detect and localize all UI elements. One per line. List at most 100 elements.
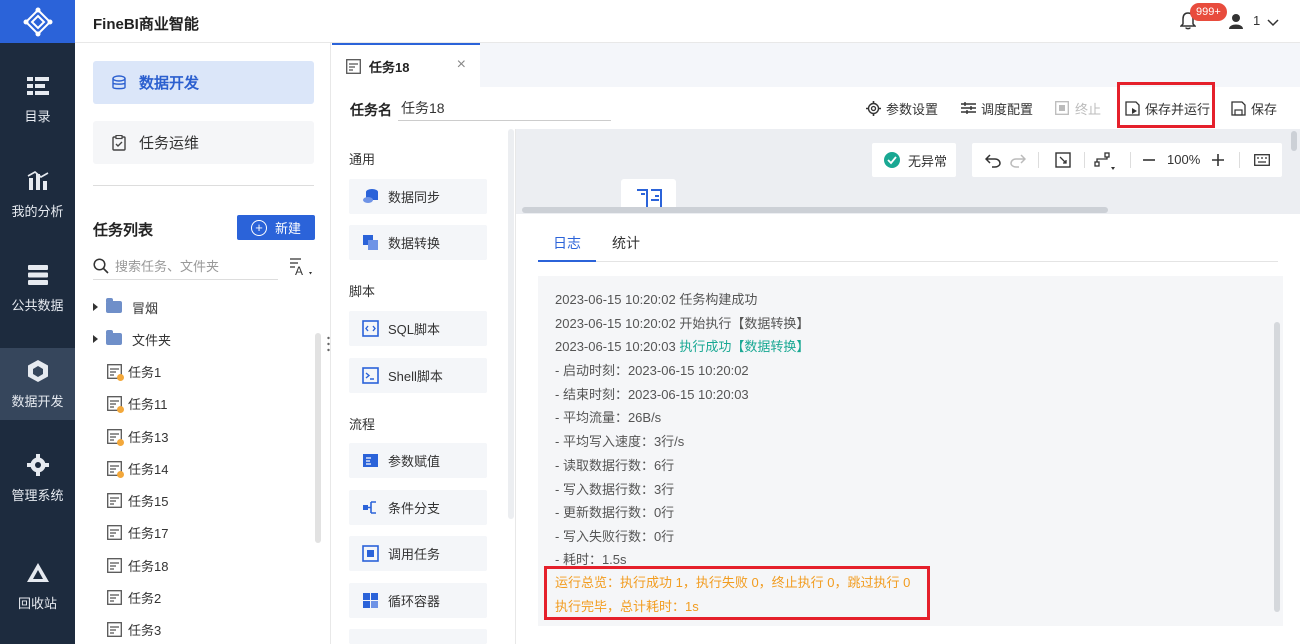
tree-label: 任务14 — [128, 461, 169, 477]
log-scrollbar[interactable] — [1274, 322, 1280, 612]
layout-icon[interactable] — [1094, 151, 1118, 171]
params-button[interactable]: 参数设置 — [865, 87, 938, 129]
app-logo[interactable] — [0, 0, 75, 43]
sort-icon[interactable]: A — [289, 256, 315, 278]
log-line: 2023-06-15 10:20:02 任务构建成功 — [555, 292, 758, 307]
task-file-icon — [107, 621, 122, 637]
section-title: 通用 — [349, 152, 376, 167]
tree-folder[interactable]: 文件夹 — [75, 323, 331, 355]
palette-item-data-sync[interactable]: 数据同步 — [349, 179, 487, 214]
search-placeholder: 搜索任务、文件夹 — [115, 259, 220, 274]
tree-task[interactable]: 任务11 — [75, 387, 331, 419]
canvas-vertical-scrollbar[interactable] — [1291, 131, 1297, 151]
loop-container-icon — [363, 593, 378, 608]
palette-item-more[interactable] — [349, 629, 487, 644]
data-dev-label: 数据开发 — [139, 75, 200, 92]
tab-task18[interactable]: 任务18 × — [332, 43, 480, 87]
task-ops-button[interactable]: 任务运维 — [93, 121, 314, 164]
task-file-icon — [107, 363, 124, 381]
sidebar-scrollbar[interactable] — [315, 333, 321, 543]
search-input[interactable]: 搜索任务、文件夹 — [93, 252, 278, 280]
status-dot — [117, 470, 124, 478]
palette-label: 循环容器 — [388, 594, 441, 609]
task-name-label: 任务名 — [350, 102, 392, 118]
log-line: - 平均流量：26B/s — [555, 410, 662, 425]
user-icon[interactable] — [1229, 13, 1243, 32]
nav-item-my-analysis[interactable]: 我的分析 — [0, 158, 75, 230]
keyboard-icon[interactable] — [1254, 153, 1270, 167]
palette-item-loop[interactable]: 循环容器 — [349, 583, 487, 618]
palette-label: Shell脚本 — [388, 369, 443, 384]
nav-item-admin[interactable]: 管理系统 — [0, 442, 75, 514]
chevron-down-icon[interactable] — [1267, 15, 1279, 30]
canvas-horizontal-scrollbar[interactable] — [522, 207, 1108, 213]
caret-right-icon[interactable] — [93, 303, 98, 311]
data-transform-icon — [363, 235, 378, 250]
tree-task[interactable]: 任务18 — [75, 549, 331, 581]
gear-icon — [865, 100, 881, 116]
save-label: 保存 — [1251, 101, 1278, 117]
branch-icon — [363, 501, 376, 514]
tree-task[interactable]: 任务3 — [75, 613, 331, 644]
schedule-button[interactable]: 调度配置 — [960, 87, 1033, 129]
tree-task[interactable]: 任务13 — [75, 420, 331, 452]
palette-scrollbar[interactable] — [508, 129, 514, 519]
nav-label: 数据开发 — [11, 393, 64, 409]
search-icon — [93, 257, 109, 274]
tree-task[interactable]: 任务2 — [75, 581, 331, 613]
flow-node[interactable] — [621, 179, 676, 209]
tree-task[interactable]: 任务17 — [75, 516, 331, 548]
save-button[interactable]: 保存 — [1230, 87, 1277, 129]
new-task-button[interactable]: + 新建 — [237, 215, 315, 240]
log-tabs: 日志 统计 — [538, 230, 1278, 262]
nav-item-recycle[interactable]: 回收站 — [0, 550, 75, 622]
nav-item-public-data[interactable]: 公共数据 — [0, 252, 75, 324]
stop-button[interactable]: 终止 — [1054, 87, 1101, 129]
tab-log[interactable]: 日志 — [538, 230, 596, 262]
nav-label: 目录 — [24, 108, 51, 124]
status-chip: 无异常 — [872, 143, 956, 177]
fit-view-icon[interactable] — [1055, 152, 1071, 168]
top-header: FineBI商业智能 999+ 1 — [75, 0, 1300, 43]
gear-icon — [26, 453, 50, 477]
tree-label: 任务13 — [128, 429, 169, 445]
task-file-icon — [107, 557, 122, 573]
divider — [93, 185, 314, 186]
close-icon[interactable]: × — [457, 56, 466, 74]
redo-icon[interactable] — [1010, 152, 1026, 168]
folder-icon — [106, 330, 122, 345]
divider — [1084, 152, 1085, 168]
palette-item-param-assign[interactable]: 参数赋值 — [349, 443, 487, 478]
palette-item-condition[interactable]: 条件分支 — [349, 490, 487, 525]
component-palette: 通用 数据同步 数据转换 脚本 SQL脚本 Shell脚本 流程 参数赋值 条件… — [332, 129, 516, 644]
nav-item-catalog[interactable]: 目录 — [0, 63, 75, 135]
palette-item-data-transform[interactable]: 数据转换 — [349, 225, 487, 260]
caret-right-icon[interactable] — [93, 335, 98, 343]
data-sync-icon — [363, 189, 378, 203]
new-label: 新建 — [274, 221, 301, 236]
data-transform-icon — [637, 189, 662, 208]
tree-task[interactable]: 任务14 — [75, 452, 331, 484]
tab-stats[interactable]: 统计 — [612, 230, 640, 262]
divider — [1038, 152, 1039, 168]
notification-badge: 999+ — [1190, 3, 1227, 21]
palette-label: SQL脚本 — [388, 322, 441, 337]
nav-item-data-dev[interactable]: 数据开发 — [0, 348, 75, 420]
undo-icon[interactable] — [985, 152, 1001, 168]
zoom-in-icon[interactable] — [1211, 153, 1225, 167]
tree-task[interactable]: 任务1 — [75, 355, 331, 387]
tree-task[interactable]: 任务15 — [75, 484, 331, 516]
palette-item-call-task[interactable]: 调用任务 — [349, 536, 487, 571]
zoom-out-icon[interactable] — [1142, 153, 1156, 167]
palette-item-shell[interactable]: Shell脚本 — [349, 358, 487, 393]
data-dev-button[interactable]: 数据开发 — [93, 61, 314, 104]
task-name-input[interactable] — [398, 95, 611, 121]
user-name[interactable]: 1 — [1253, 13, 1260, 28]
param-assign-icon — [363, 454, 378, 467]
task-file-icon — [107, 395, 124, 413]
nav-label: 回收站 — [17, 595, 57, 611]
section-title: 流程 — [349, 417, 376, 432]
palette-item-sql[interactable]: SQL脚本 — [349, 311, 487, 346]
tree-folder[interactable]: 冒烟 — [75, 291, 331, 323]
params-label: 参数设置 — [886, 101, 939, 117]
